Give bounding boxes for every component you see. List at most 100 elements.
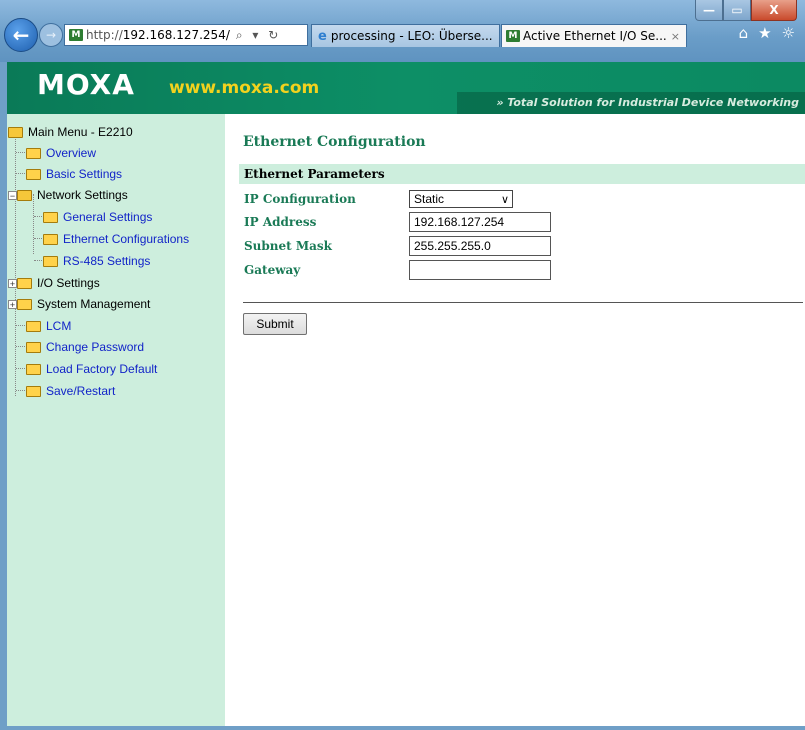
tree-line xyxy=(16,152,25,153)
close-tab-icon[interactable]: × xyxy=(671,30,680,43)
folder-icon xyxy=(26,385,41,397)
subnet-mask-label: Subnet Mask xyxy=(244,239,332,253)
back-button[interactable]: ← xyxy=(4,18,38,52)
tree-line xyxy=(16,173,25,174)
arrow-left-icon: ← xyxy=(12,23,30,47)
sidebar-item-label[interactable]: General Settings xyxy=(63,210,152,224)
sidebar-item-label[interactable]: Save/Restart xyxy=(46,384,115,398)
expand-toggle-icon[interactable]: + xyxy=(8,278,17,288)
moxa-banner: MOXA www.moxa.com » Total Solution for I… xyxy=(7,62,805,114)
folder-icon xyxy=(26,147,41,159)
main-content: Ethernet Configuration Ethernet Paramete… xyxy=(225,114,805,726)
moxa-favicon-icon: M xyxy=(506,30,520,42)
ip-address-input[interactable] xyxy=(409,212,551,232)
sidebar-item-rs485-settings[interactable]: RS-485 Settings xyxy=(43,252,150,270)
page-title: Ethernet Configuration xyxy=(243,134,426,150)
moxa-logo: MOXA xyxy=(37,68,135,101)
address-tools[interactable]: ⌕ ▾ ↻ xyxy=(236,28,281,43)
close-window-button[interactable]: X xyxy=(751,0,797,21)
minimize-button[interactable]: — xyxy=(695,0,723,21)
tab-label: processing - LEO: Überse... xyxy=(330,29,493,43)
tree-line xyxy=(34,238,42,239)
tree-line xyxy=(34,260,42,261)
folder-icon xyxy=(26,320,41,332)
section-header: Ethernet Parameters xyxy=(239,164,805,184)
tree-line xyxy=(16,346,25,347)
gear-icon[interactable]: ☼ xyxy=(782,24,795,42)
address-url-host: 192.168.127.254/ xyxy=(122,28,230,42)
address-url[interactable]: http://192.168.127.254/ xyxy=(86,28,230,42)
sidebar-item-network-settings[interactable]: − Network Settings xyxy=(8,186,128,204)
ip-configuration-row: IP Configuration Static ∨ xyxy=(244,188,513,210)
form-divider xyxy=(243,302,803,303)
sidebar-item-label[interactable]: Overview xyxy=(46,146,96,160)
sidebar-item-label[interactable]: Basic Settings xyxy=(46,167,122,181)
tree-line xyxy=(16,368,25,369)
ip-configuration-value: Static xyxy=(414,192,445,206)
ip-configuration-select[interactable]: Static ∨ xyxy=(409,190,513,208)
sidebar-item-label: I/O Settings xyxy=(37,276,100,290)
star-icon[interactable]: ★ xyxy=(758,24,771,42)
folder-icon xyxy=(26,168,41,180)
banner-tagline: » Total Solution for Industrial Device N… xyxy=(496,96,799,109)
sidebar-item-system-management[interactable]: + System Management xyxy=(8,295,150,313)
address-url-scheme: http:// xyxy=(86,28,123,42)
window-controls: — ▭ X xyxy=(695,0,797,21)
chevron-down-icon: ∨ xyxy=(500,193,509,206)
sidebar-item-io-settings[interactable]: + I/O Settings xyxy=(8,274,100,292)
address-bar[interactable]: M http://192.168.127.254/ ⌕ ▾ ↻ xyxy=(64,24,308,46)
window-bottom-border xyxy=(7,726,805,730)
arrow-right-icon: → xyxy=(45,28,57,42)
sidebar-item-label[interactable]: Change Password xyxy=(46,340,144,354)
ip-address-row: IP Address xyxy=(244,211,551,233)
sidebar-menu: Main Menu - E2210 Overview Basic Setting… xyxy=(7,114,225,726)
submit-button[interactable]: Submit xyxy=(243,313,307,335)
ip-address-label: IP Address xyxy=(244,215,317,229)
tab-label: Active Ethernet I/O Se... xyxy=(523,29,667,43)
home-icon[interactable]: ⌂ xyxy=(739,24,749,42)
folder-icon xyxy=(43,233,58,245)
tree-line xyxy=(16,390,25,391)
sidebar-item-label[interactable]: Ethernet Configurations xyxy=(63,232,189,246)
sidebar-item-overview[interactable]: Overview xyxy=(26,144,96,162)
moxa-url: www.moxa.com xyxy=(169,78,320,98)
sidebar-item-general-settings[interactable]: General Settings xyxy=(43,208,152,226)
browser-chrome: — ▭ X ← → M http://192.168.127.254/ ⌕ ▾ … xyxy=(0,0,805,62)
sidebar-item-change-password[interactable]: Change Password xyxy=(26,338,144,356)
sidebar-item-label: System Management xyxy=(37,297,151,311)
gateway-input[interactable] xyxy=(409,260,551,280)
expand-toggle-icon[interactable]: + xyxy=(8,299,17,309)
gateway-row: Gateway xyxy=(244,259,551,281)
folder-icon xyxy=(43,211,58,223)
sidebar-item-load-factory-default[interactable]: Load Factory Default xyxy=(26,360,157,378)
folder-icon xyxy=(43,255,58,267)
sidebar-item-label[interactable]: Load Factory Default xyxy=(46,362,157,376)
browser-toolbar-icons: ⌂ ★ ☼ xyxy=(739,24,795,42)
tree-line xyxy=(16,325,25,326)
subnet-mask-input[interactable] xyxy=(409,236,551,256)
collapse-toggle-icon[interactable]: − xyxy=(8,190,17,200)
subnet-mask-row: Subnet Mask xyxy=(244,235,551,257)
folder-open-icon xyxy=(17,189,32,201)
tree-line xyxy=(34,216,42,217)
sidebar-item-label[interactable]: LCM xyxy=(46,319,71,333)
gateway-label: Gateway xyxy=(244,263,301,277)
moxa-favicon-icon: M xyxy=(69,29,83,41)
sidebar-item-label[interactable]: RS-485 Settings xyxy=(63,254,150,268)
sidebar-root[interactable]: Main Menu - E2210 xyxy=(8,123,133,141)
forward-button[interactable]: → xyxy=(39,23,63,47)
folder-icon xyxy=(26,341,41,353)
ie-icon: e xyxy=(318,28,327,44)
ip-configuration-label: IP Configuration xyxy=(244,192,356,206)
tab-processing[interactable]: e processing - LEO: Überse... xyxy=(311,24,500,47)
folder-icon xyxy=(26,363,41,375)
sidebar-root-label: Main Menu - E2210 xyxy=(28,125,133,139)
sidebar-item-ethernet-configurations[interactable]: Ethernet Configurations xyxy=(43,230,189,248)
sidebar-item-basic-settings[interactable]: Basic Settings xyxy=(26,165,122,183)
tab-active-ethernet[interactable]: M Active Ethernet I/O Se... × xyxy=(501,24,687,47)
sidebar-item-save-restart[interactable]: Save/Restart xyxy=(26,382,115,400)
sidebar-item-lcm[interactable]: LCM xyxy=(26,317,71,335)
maximize-button[interactable]: ▭ xyxy=(723,0,751,21)
folder-open-icon xyxy=(8,126,23,138)
sidebar-item-label: Network Settings xyxy=(37,188,128,202)
